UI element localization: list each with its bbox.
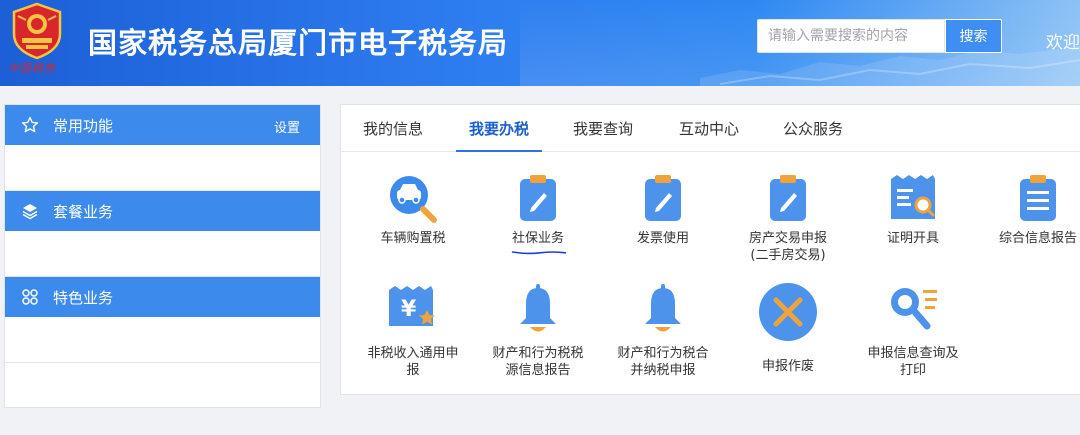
car-magnifier-icon — [390, 176, 437, 223]
tab-bar: 我的信息 我要办税 我要查询 互动中心 公众服务 — [341, 105, 1080, 152]
search-input[interactable] — [757, 19, 945, 53]
cancel-circle-icon — [759, 283, 817, 341]
certificate-icon — [891, 175, 935, 219]
sidebar-section-body — [5, 145, 320, 191]
main-panel: 我的信息 我要办税 我要查询 互动中心 公众服务 车辆购置税 社保业务 发票使用… — [340, 104, 1080, 395]
clipboard-pen-icon — [520, 175, 556, 221]
tile-label: 社保业务 — [511, 231, 564, 246]
search-button[interactable]: 搜索 — [945, 19, 1002, 53]
tab-tax-handling[interactable]: 我要办税 — [456, 105, 542, 152]
tile-label-line2: 报 — [406, 363, 420, 378]
emblem-caption: 中国税务 — [8, 62, 56, 75]
tab-public-service[interactable]: 公众服务 — [781, 105, 845, 152]
header-bar: 中国税务 国家税务总局厦门市电子税务局 搜索 欢迎 — [0, 0, 1080, 86]
tile-declaration-query-print[interactable]: 申报信息查询及 打印 — [848, 280, 978, 384]
sidebar-section-package[interactable]: 套餐业务 — [5, 191, 320, 231]
tile-label: 发票使用 — [636, 231, 689, 246]
star-icon — [21, 116, 39, 134]
tile-property-behavior-tax-combined[interactable]: 财产和行为税合 并纳税申报 — [598, 280, 728, 384]
tile-label: 车辆购置税 — [380, 231, 446, 246]
layers-icon — [21, 202, 39, 220]
underline-annotation — [511, 251, 567, 255]
tile-label-line2: 并纳税申报 — [630, 363, 696, 378]
svg-text:¥: ¥ — [401, 297, 417, 322]
bell-icon — [645, 284, 681, 332]
tile-label: 申报作废 — [761, 359, 814, 374]
tile-label-line2: (二手房交易) — [750, 248, 826, 263]
tile-label: 非税收入通用申 — [367, 346, 459, 361]
tile-comprehensive-report[interactable]: 综合信息报告 — [973, 167, 1080, 267]
sidebar-section-featured[interactable]: 特色业务 — [5, 277, 320, 317]
sidebar-section-label: 常用功能 — [53, 116, 114, 135]
tile-label-line2: 源信息报告 — [505, 363, 571, 378]
tile-label: 房产交易申报 — [748, 231, 827, 246]
tile-invoice-use[interactable]: 发票使用 — [598, 167, 728, 267]
grid-icon — [21, 288, 39, 306]
sidebar-section-frequent[interactable]: 常用功能 设置 — [5, 105, 320, 145]
document-list-icon — [1020, 175, 1056, 221]
tile-label: 财产和行为税税 — [492, 346, 584, 361]
tile-label-line2: 打印 — [899, 363, 926, 378]
sidebar-panel: 常用功能 设置 套餐业务 特色业务 — [4, 104, 321, 408]
sidebar-section-label: 套餐业务 — [53, 202, 114, 221]
sidebar-section-label: 特色业务 — [53, 288, 114, 307]
tab-interaction[interactable]: 互动中心 — [677, 105, 741, 152]
settings-link[interactable]: 设置 — [274, 117, 300, 136]
tile-declaration-void[interactable]: 申报作废 — [723, 280, 853, 384]
tile-label: 财产和行为税合 — [617, 346, 709, 361]
welcome-text: 欢迎 — [1046, 33, 1080, 53]
sidebar-section-body — [5, 231, 320, 277]
tile-certificate[interactable]: 证明开具 — [848, 167, 978, 267]
bell-icon — [520, 284, 556, 332]
tile-label: 申报信息查询及 — [867, 346, 959, 361]
tile-label: 综合信息报告 — [998, 231, 1077, 246]
tile-vehicle-purchase-tax[interactable]: 车辆购置税 — [348, 167, 478, 267]
tile-non-tax-income[interactable]: ¥ 非税收入通用申 报 — [348, 280, 478, 384]
sidebar-section-body — [5, 317, 320, 363]
magnifier-list-icon — [891, 288, 937, 330]
site-title: 国家税务总局厦门市电子税务局 — [88, 26, 509, 60]
tax-emblem-icon — [12, 2, 62, 60]
yen-ticket-star-icon: ¥ — [389, 286, 435, 326]
clipboard-pen-icon — [770, 175, 806, 221]
tab-my-info[interactable]: 我的信息 — [361, 105, 425, 152]
tile-label: 证明开具 — [886, 231, 939, 246]
tile-property-transaction[interactable]: 房产交易申报 (二手房交易) — [723, 167, 853, 267]
clipboard-pen-icon — [645, 175, 681, 221]
tile-property-behavior-tax-source[interactable]: 财产和行为税税 源信息报告 — [473, 280, 603, 384]
tab-query[interactable]: 我要查询 — [571, 105, 635, 152]
